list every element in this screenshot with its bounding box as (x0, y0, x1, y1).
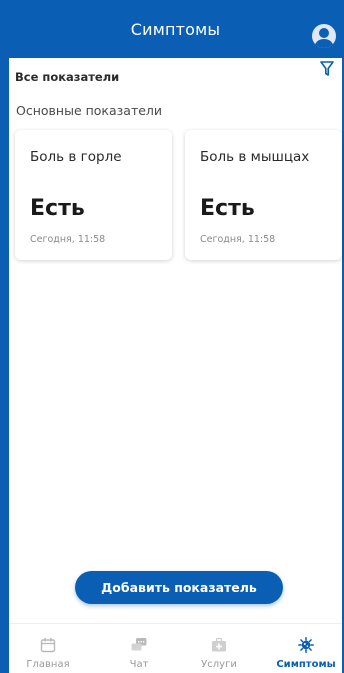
header-bar: Симптомы (9, 0, 342, 58)
card-title: Боль в мышцах (200, 149, 310, 165)
card-title: Боль в горле (30, 149, 122, 165)
tab-label: Чат (129, 659, 149, 670)
add-indicator-button[interactable]: Добавить показатель (75, 571, 283, 604)
avatar-body (315, 39, 333, 48)
tab-label: Услуги (201, 659, 237, 670)
medical-kit-icon (212, 637, 226, 652)
tab-home[interactable]: Главная (13, 624, 83, 673)
card-value: Есть (30, 196, 85, 221)
filter-row: Все показатели (9, 58, 342, 94)
virus-icon (298, 637, 314, 653)
symptom-card[interactable]: Боль в горле Есть Сегодня, 11:58 (15, 130, 172, 260)
tab-chat[interactable]: Чат (104, 624, 174, 673)
section-title: Основные показатели (16, 103, 163, 118)
avatar-head (319, 28, 329, 38)
tab-services[interactable]: Услуги (184, 624, 254, 673)
card-timestamp: Сегодня, 11:58 (30, 234, 106, 245)
card-value: Есть (200, 196, 255, 221)
card-timestamp: Сегодня, 11:58 (200, 234, 276, 245)
bottom-tab-bar: Главная Чат Услуги Симптомы (9, 623, 342, 673)
chat-icon (131, 638, 147, 651)
page-title: Симптомы (130, 19, 221, 39)
filter-label[interactable]: Все показатели (15, 70, 119, 84)
calendar-icon (40, 638, 56, 653)
symptom-card[interactable]: Боль в мышцах Есть Сегодня, 11:58 (185, 130, 342, 260)
avatar[interactable] (312, 24, 336, 48)
tab-label: Главная (26, 659, 70, 670)
tab-label: Симптомы (276, 659, 336, 670)
filter-icon[interactable] (320, 61, 334, 77)
tab-symptoms[interactable]: Симптомы (271, 624, 341, 673)
